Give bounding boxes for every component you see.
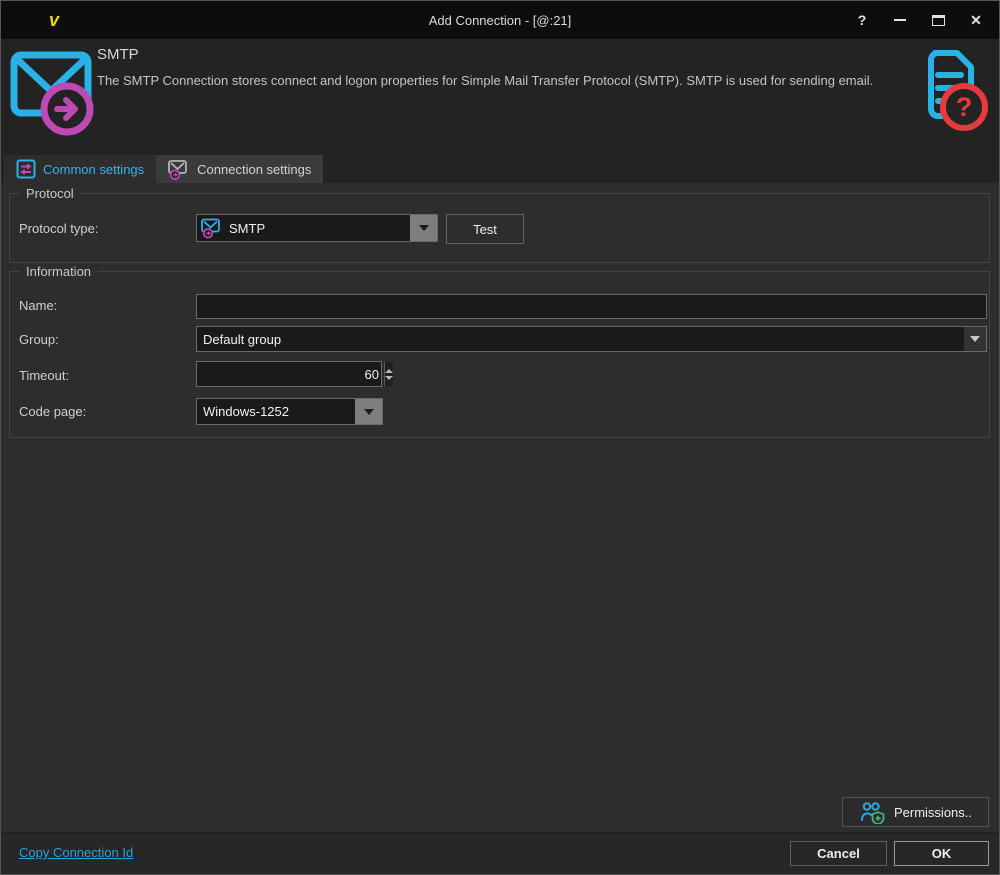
maximize-icon	[931, 14, 945, 26]
protocol-group-legend: Protocol	[20, 186, 80, 201]
copy-connection-id-link[interactable]: Copy Connection Id	[19, 845, 133, 860]
dialog-header: SMTP The SMTP Connection stores connect …	[1, 39, 999, 149]
group-value: Default group	[203, 331, 282, 347]
common-settings-icon	[16, 159, 36, 179]
chevron-down-icon	[970, 336, 980, 342]
connection-type-description: The SMTP Connection stores connect and l…	[97, 73, 874, 88]
connection-type-title: SMTP	[97, 46, 139, 63]
smtp-envelope-icon	[7, 43, 99, 142]
name-field-wrap	[196, 294, 987, 319]
dialog-content: Protocol Protocol type: SMTP Test Inform…	[1, 183, 999, 832]
tab-label: Common settings	[43, 161, 145, 177]
name-input[interactable]	[197, 295, 986, 318]
group-dropdown-button[interactable]	[964, 327, 986, 351]
connection-settings-icon	[168, 159, 190, 180]
svg-text:?: ?	[956, 92, 973, 122]
timeout-label: Timeout:	[19, 368, 70, 383]
spinner-down-icon	[385, 375, 393, 380]
group-combobox[interactable]: Default group	[196, 326, 987, 352]
information-group-legend: Information	[20, 264, 98, 279]
spinner-up-icon	[385, 368, 393, 373]
close-icon: ✕	[970, 11, 982, 28]
protocol-type-label: Protocol type:	[19, 221, 99, 236]
document-help-icon[interactable]: ?	[901, 44, 993, 139]
codepage-label: Code page:	[19, 404, 87, 419]
permissions-button-label: Permissions..	[893, 804, 973, 820]
ok-button[interactable]: OK	[894, 841, 989, 866]
minimize-button[interactable]	[881, 1, 919, 39]
permissions-button[interactable]: Permissions..	[842, 797, 989, 827]
add-connection-dialog: v Add Connection - [@:21] ? ✕ SMTP The S…	[0, 0, 1000, 875]
test-button[interactable]: Test	[446, 214, 524, 244]
codepage-combobox[interactable]: Windows-1252	[196, 398, 383, 425]
tab-strip: Common settings Connection settings	[1, 149, 999, 183]
help-glyph: ?	[857, 12, 867, 28]
chevron-down-icon	[418, 225, 429, 231]
svg-text:v: v	[49, 10, 60, 30]
tab-common-settings[interactable]: Common settings	[4, 155, 157, 183]
name-label: Name:	[19, 298, 58, 313]
minimize-icon	[894, 19, 906, 21]
chevron-down-icon	[363, 408, 374, 415]
help-button[interactable]: ?	[843, 1, 881, 39]
cancel-button[interactable]: Cancel	[790, 841, 887, 866]
timeout-spinner[interactable]	[384, 362, 393, 386]
maximize-button[interactable]	[919, 1, 957, 39]
timeout-field-wrap	[196, 361, 393, 387]
timeout-input[interactable]	[197, 362, 384, 386]
codepage-value: Windows-1252	[203, 404, 289, 419]
protocol-type-dropdown-button[interactable]	[410, 215, 437, 241]
title-bar: v Add Connection - [@:21] ? ✕	[1, 1, 999, 39]
window-controls: ? ✕	[843, 1, 995, 39]
smtp-protocol-icon	[201, 217, 223, 239]
dialog-footer: Copy Connection Id Cancel OK	[1, 832, 999, 874]
permissions-users-icon	[859, 800, 885, 824]
protocol-type-value: SMTP	[229, 220, 266, 236]
tab-label: Connection settings	[197, 161, 312, 177]
protocol-type-combobox[interactable]: SMTP	[196, 214, 438, 242]
tab-connection-settings[interactable]: Connection settings	[156, 155, 324, 183]
group-label: Group:	[19, 332, 59, 347]
app-logo-icon: v	[45, 9, 75, 31]
close-button[interactable]: ✕	[957, 1, 995, 39]
codepage-dropdown-button[interactable]	[355, 399, 382, 424]
